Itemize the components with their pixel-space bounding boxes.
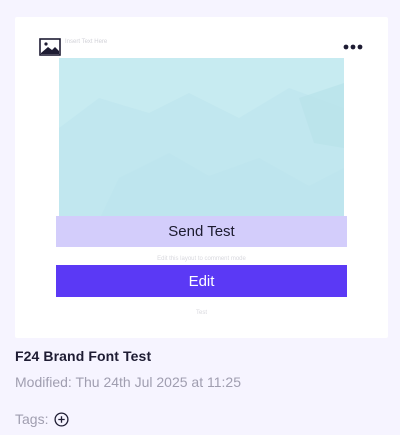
email-preview-card[interactable]: Insert Text Here Send Test Edit this lay… bbox=[15, 17, 388, 338]
plus-circle-icon bbox=[54, 411, 70, 427]
preview-footer-text: Test bbox=[195, 310, 207, 316]
image-icon bbox=[39, 38, 61, 56]
tags-row: Tags: bbox=[15, 411, 70, 427]
more-dots-icon bbox=[343, 44, 363, 50]
more-options-button[interactable] bbox=[341, 39, 365, 55]
tags-label: Tags: bbox=[15, 411, 49, 427]
send-test-button[interactable]: Send Test bbox=[56, 216, 347, 247]
hero-image bbox=[59, 58, 344, 220]
modified-timestamp: Modified: Thu 24th Jul 2025 at 11:25 bbox=[15, 374, 241, 390]
insert-text-placeholder: Insert Text Here bbox=[65, 39, 108, 45]
add-tag-button[interactable] bbox=[54, 411, 70, 427]
edit-button[interactable]: Edit bbox=[56, 265, 347, 297]
hint-text: Edit this layout to comment mode bbox=[157, 256, 246, 262]
card-title[interactable]: F24 Brand Font Test bbox=[15, 348, 151, 364]
